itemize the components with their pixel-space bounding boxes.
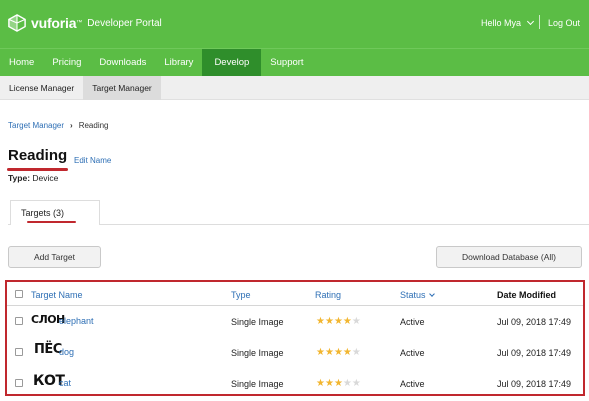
target-type: Single Image (231, 379, 284, 389)
star-empty-icon: ★ (342, 378, 352, 389)
row-checkbox[interactable] (15, 348, 23, 356)
type-label: Type: (8, 173, 31, 183)
target-thumbnail: ПЁС (34, 342, 62, 357)
target-status: Active (400, 317, 425, 327)
target-type: Single Image (231, 348, 284, 358)
user-greeting: Hello Mya (480, 18, 521, 28)
star-filled-icon: ★ (342, 347, 352, 358)
nav-support[interactable]: Support (261, 49, 312, 77)
nav-library[interactable]: Library (155, 49, 202, 77)
star-filled-icon: ★ (316, 316, 325, 327)
star-filled-icon: ★ (316, 378, 325, 389)
sub-nav: License Manager Target Manager (0, 76, 589, 100)
chevron-down-icon (526, 17, 535, 26)
targets-table: Target Name Type Rating Status Date Modi… (5, 280, 585, 396)
subnav-license-manager[interactable]: License Manager (0, 76, 83, 100)
target-date-modified: Jul 09, 2018 17:49 (497, 379, 572, 389)
row-checkbox[interactable] (15, 317, 23, 325)
star-empty-icon: ★ (351, 378, 361, 389)
star-filled-icon: ★ (324, 316, 334, 327)
main-nav: Home Pricing Downloads Library Develop S… (0, 48, 589, 77)
column-type[interactable]: Type (231, 290, 251, 300)
page-title: Reading (8, 147, 68, 164)
add-target-button[interactable]: Add Target (8, 246, 101, 268)
table-row[interactable]: ПЁС dog Single Image ★ ★ ★ ★ ★ Active Jul 09… (7, 337, 583, 368)
target-name-link[interactable]: cat (59, 378, 71, 388)
star-filled-icon: ★ (333, 316, 343, 327)
breadcrumb-current: Reading (78, 121, 109, 130)
nav-downloads[interactable]: Downloads (90, 49, 155, 77)
target-name-link[interactable]: dog (59, 347, 74, 357)
rating-stars: ★ ★ ★ ★ ★ (316, 379, 361, 389)
nav-pricing[interactable]: Pricing (43, 49, 90, 77)
database-type: Type: Device (8, 173, 58, 183)
top-header: vuforia ™ Developer Portal Hello Mya Log… (0, 0, 589, 48)
download-database-button[interactable]: Download Database (All) (436, 246, 582, 268)
column-rating[interactable]: Rating (315, 290, 341, 300)
brand-subtitle: Developer Portal (87, 17, 162, 29)
star-empty-icon: ★ (351, 347, 361, 358)
column-status-label: Status (400, 290, 426, 300)
edit-name-link[interactable]: Edit Name (74, 156, 111, 165)
star-filled-icon: ★ (333, 347, 343, 358)
brand-trademark: ™ (76, 20, 83, 26)
table-row[interactable]: СЛОН elephant Single Image ★ ★ ★ ★ ★ Active … (7, 306, 583, 337)
brand-name: vuforia (31, 15, 77, 31)
column-target-name[interactable]: Target Name (31, 290, 83, 300)
vuforia-logo[interactable]: vuforia ™ Developer Portal (8, 14, 162, 32)
sort-chevron-icon (428, 291, 435, 297)
breadcrumb: Target Manager › Reading (8, 121, 109, 130)
star-filled-icon: ★ (324, 378, 334, 389)
rating-stars: ★ ★ ★ ★ ★ (316, 317, 361, 327)
subnav-target-manager[interactable]: Target Manager (83, 76, 161, 100)
user-menu[interactable]: Hello Mya (480, 17, 535, 28)
breadcrumb-separator-icon: › (70, 121, 73, 130)
column-status[interactable]: Status (400, 290, 435, 300)
row-checkbox[interactable] (15, 379, 23, 387)
title-annotation-underline (7, 168, 68, 171)
tab-targets-label[interactable]: Targets (3) (21, 208, 64, 218)
table-row[interactable]: КОТ cat Single Image ★ ★ ★ ★ ★ Active Jul 09… (7, 368, 583, 399)
logout-link[interactable]: Log Out (548, 18, 580, 28)
breadcrumb-target-manager[interactable]: Target Manager (8, 121, 64, 130)
star-filled-icon: ★ (342, 316, 352, 327)
vuforia-logo-icon (8, 14, 26, 32)
target-name-link[interactable]: elephant (59, 316, 94, 326)
type-value: Device (32, 173, 59, 183)
column-date-modified[interactable]: Date Modified (497, 290, 556, 300)
target-date-modified: Jul 09, 2018 17:49 (497, 317, 572, 327)
header-divider (539, 15, 540, 29)
star-empty-icon: ★ (351, 316, 361, 327)
table-header: Target Name Type Rating Status Date Modi… (7, 282, 583, 306)
target-date-modified: Jul 09, 2018 17:49 (497, 348, 572, 358)
nav-develop[interactable]: Develop (202, 49, 262, 77)
rating-stars: ★ ★ ★ ★ ★ (316, 348, 361, 358)
target-type: Single Image (231, 317, 284, 327)
star-filled-icon: ★ (316, 347, 325, 358)
target-status: Active (400, 379, 425, 389)
star-filled-icon: ★ (333, 378, 343, 389)
select-all-checkbox[interactable] (15, 290, 23, 298)
target-status: Active (400, 348, 425, 358)
tab-annotation-underline (27, 221, 76, 223)
nav-home[interactable]: Home (0, 49, 43, 77)
star-filled-icon: ★ (324, 347, 334, 358)
